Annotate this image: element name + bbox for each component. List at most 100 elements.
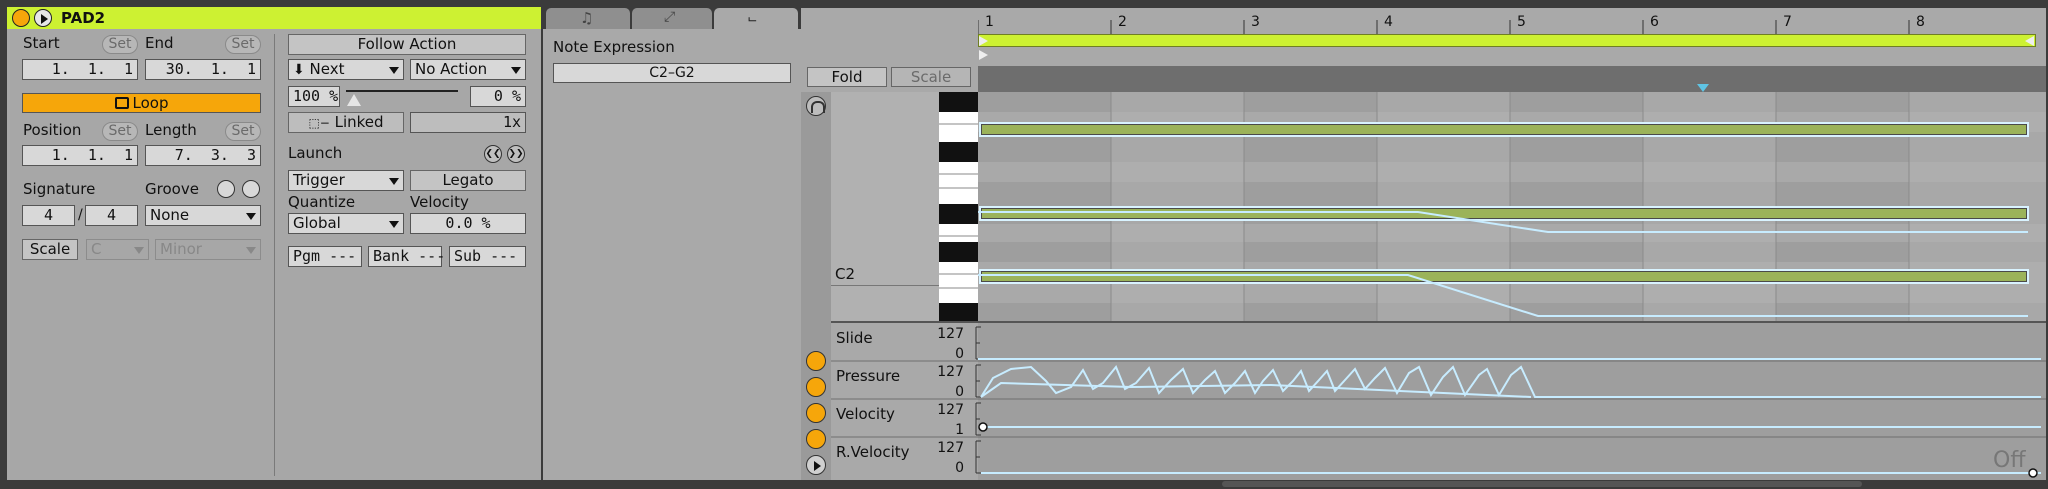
chevron-down-icon <box>511 67 521 74</box>
piano-keys <box>939 92 978 321</box>
scale-root-value: C <box>91 240 102 258</box>
legato-button[interactable]: Legato <box>410 170 526 191</box>
clip-title: PAD2 <box>61 9 106 27</box>
quantize-label: Quantize <box>288 193 356 211</box>
velocity-amount-label: Velocity <box>410 193 469 211</box>
signature-numerator[interactable]: 4 <box>22 205 75 226</box>
preview-play-icon[interactable] <box>806 455 826 475</box>
velocity-point[interactable] <box>978 422 988 432</box>
scale-mode-dropdown[interactable]: Minor <box>155 239 261 260</box>
note-icon: ♫ <box>580 9 594 27</box>
groove-hot-swap-icon[interactable] <box>217 180 235 198</box>
play-clip-icon[interactable] <box>34 9 52 27</box>
note-expression-title: Note Expression <box>553 38 675 56</box>
clip-title-bar[interactable]: PAD2 <box>7 7 541 29</box>
groove-dropdown[interactable]: None <box>145 205 261 226</box>
start-set-button[interactable]: Set <box>102 35 138 54</box>
chevron-down-icon <box>134 247 144 254</box>
clip-activator-icon[interactable] <box>12 9 30 27</box>
expand-lane-icon[interactable] <box>806 377 826 397</box>
groove-value: None <box>150 206 190 224</box>
follow-chance-b[interactable]: 0 % <box>470 86 526 107</box>
fold-button[interactable]: Fold <box>807 67 887 87</box>
start-marker[interactable] <box>979 50 988 60</box>
loop-end-marker[interactable] <box>2025 36 2034 46</box>
scale-button[interactable]: Scale <box>22 239 78 260</box>
tab-envelopes[interactable]: ⤢ <box>632 8 712 29</box>
chevron-down-icon <box>389 67 399 74</box>
off-label: Off <box>1993 448 2026 473</box>
follow-action-a-value: Next <box>309 60 345 78</box>
piano-keyboard[interactable] <box>939 92 978 321</box>
end-field[interactable]: 30. 1. 1 <box>145 59 261 80</box>
ruler-ticks <box>978 20 1910 34</box>
length-field[interactable]: 7. 3. 3 <box>145 145 261 166</box>
tab-expression[interactable]: ⨽ <box>714 8 798 29</box>
note-range-field[interactable]: C2–G2 <box>553 63 791 83</box>
panel-divider <box>274 34 275 476</box>
follow-action-a-dropdown[interactable]: ⬇ Next <box>288 59 404 80</box>
follow-action-b-value: No Action <box>415 60 488 78</box>
tab-notes[interactable]: ♫ <box>546 8 630 29</box>
end-label: End <box>145 34 174 52</box>
chance-slider-handle[interactable] <box>347 94 361 106</box>
bank-change-field[interactable]: Bank --- <box>368 246 445 267</box>
rvelocity-point[interactable] <box>2028 468 2038 478</box>
horizontal-scrollbar[interactable] <box>1222 481 1862 487</box>
loop-start-marker[interactable] <box>979 36 988 46</box>
arrow-down-icon: ⬇ <box>293 62 305 78</box>
length-label: Length <box>145 121 197 139</box>
key-label-c2: C2 <box>835 265 856 283</box>
lane-content <box>831 326 2046 478</box>
expression-icon: ⨽ <box>748 8 757 26</box>
lane-left-icon[interactable] <box>806 403 826 423</box>
position-set-button[interactable]: Set <box>102 122 138 141</box>
start-field[interactable]: 1. 1. 1 <box>22 59 138 80</box>
show-hide-lanes-icon[interactable] <box>806 351 826 371</box>
loop-brace[interactable] <box>978 34 2036 47</box>
linked-button[interactable]: ⬚− Linked <box>288 112 404 133</box>
launch-mode-value: Trigger <box>293 171 345 189</box>
octave-divider <box>831 285 939 286</box>
linked-label: Linked <box>334 113 384 131</box>
chevron-down-icon <box>389 178 399 185</box>
clip-view: PAD2 Start Set End Set 1. 1. 1 30. 1. 1 … <box>0 0 2048 489</box>
launch-mode-dropdown[interactable]: Trigger <box>288 170 404 191</box>
nudge-back-icon[interactable]: ❮❮ <box>484 145 502 163</box>
start-label: Start <box>23 34 60 52</box>
headphones-icon[interactable] <box>806 96 826 116</box>
signature-label: Signature <box>23 180 96 198</box>
velocity-amount-field[interactable]: 0.0 % <box>410 213 526 234</box>
quantize-dropdown[interactable]: Global <box>288 213 404 234</box>
signature-slash: / <box>78 207 83 223</box>
follow-action-multiplier[interactable]: 1x <box>410 112 526 133</box>
end-set-button[interactable]: Set <box>225 35 261 54</box>
signature-denominator[interactable]: 4 <box>85 205 138 226</box>
sub-bank-field[interactable]: Sub --- <box>449 246 526 267</box>
follow-action-b-dropdown[interactable]: No Action <box>410 59 526 80</box>
chance-slider-track[interactable] <box>346 90 458 92</box>
position-field[interactable]: 1. 1. 1 <box>22 145 138 166</box>
nudge-forward-icon[interactable]: ❯❯ <box>507 145 525 163</box>
link-icon: ⬚− <box>308 116 330 130</box>
chevron-down-icon <box>246 213 256 220</box>
loop-button[interactable]: Loop <box>22 93 261 113</box>
scale-highlight-button[interactable]: Scale <box>891 67 971 87</box>
quantize-value: Global <box>293 214 341 232</box>
follow-chance-a[interactable]: 100 % <box>288 86 340 107</box>
follow-action-button[interactable]: Follow Action <box>288 34 526 55</box>
loop-label: Loop <box>132 94 169 112</box>
launch-label: Launch <box>288 144 343 162</box>
slide-curves <box>978 211 2028 317</box>
timeline-ruler[interactable]: 1 2 3 4 5 6 7 8 <box>978 8 2046 34</box>
length-set-button[interactable]: Set <box>225 122 261 141</box>
lane-right-icon[interactable] <box>806 429 826 449</box>
scale-mode-value: Minor <box>160 240 202 258</box>
velocity-strip <box>978 66 2046 92</box>
groove-commit-icon[interactable] <box>242 180 260 198</box>
scale-root-dropdown[interactable]: C <box>86 239 149 260</box>
position-label: Position <box>23 121 82 139</box>
envelope-icon: ⤢ <box>664 9 676 25</box>
chevron-down-icon <box>389 221 399 228</box>
program-change-field[interactable]: Pgm --- <box>288 246 362 267</box>
